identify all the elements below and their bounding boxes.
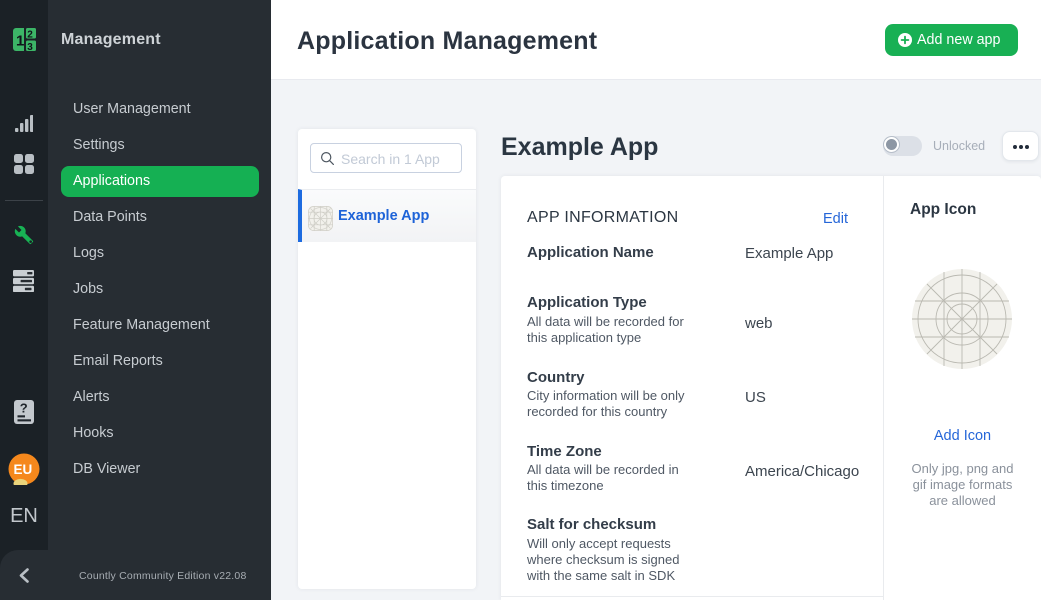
svg-text:1: 1: [16, 33, 24, 50]
svg-text:2: 2: [27, 30, 33, 41]
svg-text:3: 3: [27, 42, 33, 51]
svg-text:?: ?: [20, 401, 28, 416]
svg-text:EU: EU: [14, 462, 33, 477]
